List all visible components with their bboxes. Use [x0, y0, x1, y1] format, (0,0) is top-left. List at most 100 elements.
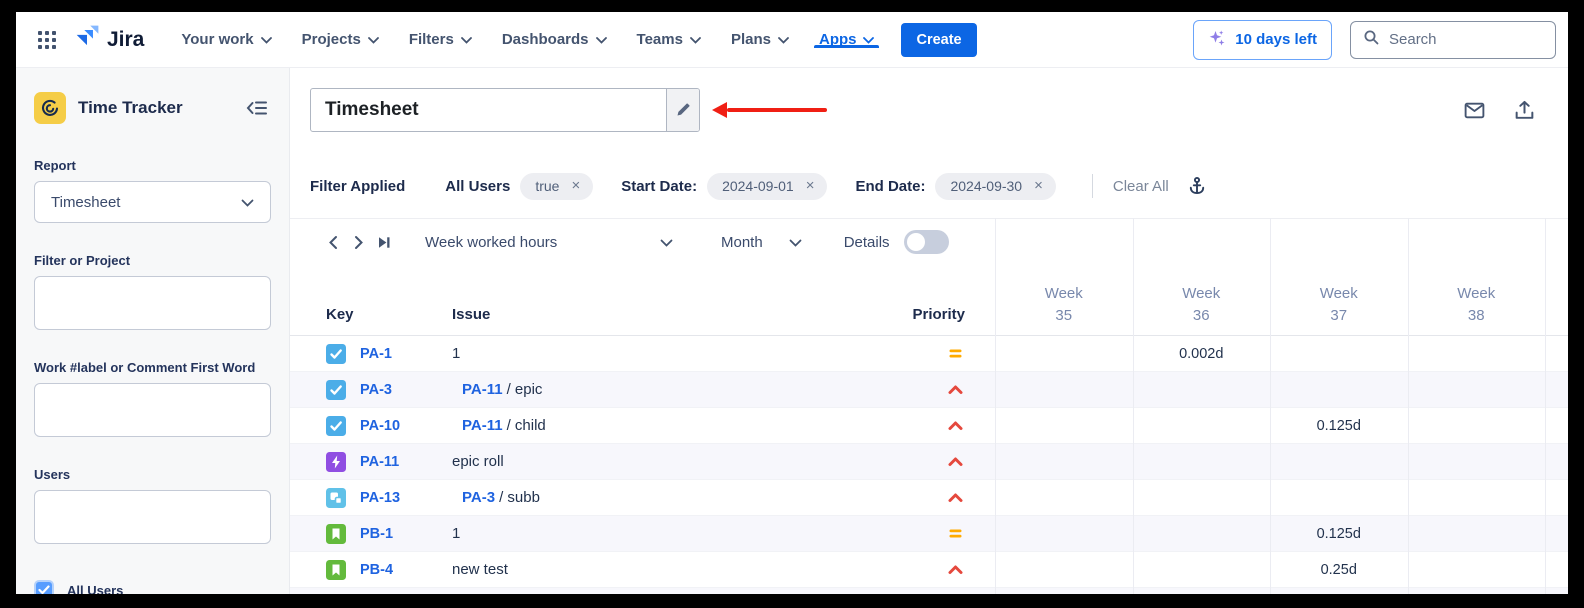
- nav-item-label: Plans: [731, 31, 771, 48]
- issue-summary-cell: 1: [452, 345, 885, 362]
- column-header-week-37[interactable]: Week37: [1270, 283, 1408, 335]
- column-header-week-36[interactable]: Week36: [1133, 283, 1271, 335]
- filter-value-pill: 2024-09-01 ×: [707, 173, 827, 200]
- issue-parent-link[interactable]: PA-11: [462, 417, 503, 434]
- view-mode-select[interactable]: Week worked hours: [425, 234, 673, 251]
- users-label: Users: [34, 467, 271, 482]
- filter-value: 2024-09-01: [722, 178, 794, 194]
- latest-period-icon[interactable]: [368, 231, 399, 254]
- issue-type-story-icon: [326, 560, 360, 580]
- column-header-priority[interactable]: Priority: [885, 306, 995, 335]
- chevron-down-icon: [261, 31, 272, 48]
- jira-logo[interactable]: Jira: [74, 24, 144, 56]
- table-header-row: KeyIssuePriorityWeek35Week36Week37Week38: [290, 265, 1568, 335]
- all-users-checkbox[interactable]: [34, 580, 54, 594]
- remove-filter-icon[interactable]: ×: [806, 178, 815, 193]
- anchor-icon[interactable]: [1187, 176, 1207, 196]
- nav-item-dashboards[interactable]: Dashboards: [487, 31, 622, 48]
- issue-summary-cell: PA-11/ epic: [452, 381, 885, 398]
- issue-parent-link[interactable]: PA-11: [462, 381, 503, 398]
- issue-summary-text: new test: [452, 561, 508, 578]
- nav-item-apps[interactable]: Apps: [804, 31, 890, 48]
- issue-key-link[interactable]: PB-1: [360, 526, 393, 542]
- work-label-label: Work #label or Comment First Word: [34, 360, 271, 375]
- issue-type-epic-icon: [326, 452, 360, 472]
- issue-key-link[interactable]: PA-1: [360, 346, 392, 362]
- email-report-icon[interactable]: [1463, 99, 1486, 122]
- sparkle-icon: [1208, 29, 1226, 51]
- issue-key-link[interactable]: PA-13: [360, 490, 400, 506]
- priority-high-icon: [885, 560, 995, 579]
- users-input[interactable]: [34, 490, 271, 544]
- search-box[interactable]: [1350, 21, 1556, 59]
- filter-or-project-input[interactable]: [34, 276, 271, 330]
- work-label-input[interactable]: [34, 383, 271, 437]
- week-number: 38: [1408, 305, 1546, 327]
- issue-summary-cell: epic roll: [452, 453, 885, 470]
- issue-summary-text: / child: [507, 417, 546, 434]
- remove-filter-icon[interactable]: ×: [571, 178, 580, 193]
- filter-value: true: [535, 178, 559, 194]
- nav-right-group: 10 days left: [1193, 12, 1556, 67]
- nav-item-filters[interactable]: Filters: [394, 31, 487, 48]
- issue-key-link[interactable]: PA-11: [360, 454, 399, 470]
- chevron-down-icon: [368, 31, 379, 48]
- chevron-down-icon: [863, 31, 874, 48]
- details-toggle[interactable]: [904, 230, 949, 254]
- issue-key-link[interactable]: PB-4: [360, 562, 393, 578]
- top-navigation: Jira Your workProjectsFiltersDashboardsT…: [16, 12, 1568, 68]
- partial-next-row: [290, 588, 1568, 594]
- collapse-sidebar-icon[interactable]: [243, 96, 271, 120]
- export-icon[interactable]: [1513, 99, 1536, 122]
- report-actions: [1463, 99, 1536, 122]
- nav-item-plans[interactable]: Plans: [716, 31, 804, 48]
- issue-parent-link[interactable]: PA-3: [462, 489, 495, 506]
- prev-period-icon[interactable]: [320, 231, 346, 254]
- column-header-key[interactable]: Key: [326, 306, 452, 335]
- annotation-arrow: [712, 102, 827, 118]
- app-window: Jira Your workProjectsFiltersDashboardsT…: [16, 12, 1568, 594]
- remove-filter-icon[interactable]: ×: [1034, 178, 1043, 193]
- column-header-week-35[interactable]: Week35: [995, 283, 1133, 335]
- issue-summary-text: 1: [452, 525, 460, 542]
- nav-item-your-work[interactable]: Your work: [166, 31, 286, 48]
- report-main: Timesheet: [290, 68, 1568, 594]
- issue-type-task-icon: [326, 416, 360, 436]
- report-title-input[interactable]: Timesheet: [311, 89, 666, 131]
- app-switcher-icon[interactable]: [34, 27, 60, 53]
- create-button[interactable]: Create: [901, 23, 976, 57]
- issue-summary-text: / subb: [499, 489, 540, 506]
- chevron-down-icon: [778, 31, 789, 48]
- report-select[interactable]: Timesheet: [34, 181, 271, 223]
- nav-item-teams[interactable]: Teams: [622, 31, 716, 48]
- report-title-row: Timesheet: [290, 88, 1568, 132]
- filter-applied-bar: Filter Applied All Userstrue×Start Date:…: [290, 168, 1568, 204]
- filter-bar-divider: [1092, 174, 1093, 198]
- column-header-week-38[interactable]: Week38: [1408, 283, 1546, 335]
- chevron-down-icon: [690, 31, 701, 48]
- week-label: Week: [1133, 283, 1271, 305]
- applied-filter: All Userstrue×: [445, 173, 593, 200]
- priority-high-icon: [885, 380, 995, 399]
- column-header-issue[interactable]: Issue: [452, 306, 885, 335]
- report-title-editor: Timesheet: [310, 88, 700, 132]
- period-select[interactable]: Month: [721, 234, 802, 251]
- table-row: PA-110.002d: [290, 336, 1568, 372]
- issue-key-cell: PA-1: [360, 345, 452, 362]
- worked-hours-cell-week-37: 0.125d: [1270, 418, 1408, 434]
- edit-title-button[interactable]: [666, 89, 699, 131]
- jira-logo-text: Jira: [107, 28, 144, 52]
- chevron-down-icon: [789, 234, 802, 251]
- filter-value-pill: true ×: [520, 173, 593, 200]
- search-input[interactable]: [1389, 31, 1543, 48]
- trial-days-left-button[interactable]: 10 days left: [1193, 20, 1332, 60]
- issue-summary-cell: PA-11/ child: [452, 417, 885, 434]
- sidebar-app-title: Time Tracker: [78, 98, 183, 118]
- sidebar-header: Time Tracker: [34, 92, 271, 124]
- nav-item-projects[interactable]: Projects: [287, 31, 394, 48]
- details-toggle-knob: [907, 233, 925, 251]
- clear-all-button[interactable]: Clear All: [1113, 178, 1169, 195]
- issue-key-link[interactable]: PA-3: [360, 382, 392, 398]
- report-label: Report: [34, 158, 271, 173]
- issue-key-link[interactable]: PA-10: [360, 418, 400, 434]
